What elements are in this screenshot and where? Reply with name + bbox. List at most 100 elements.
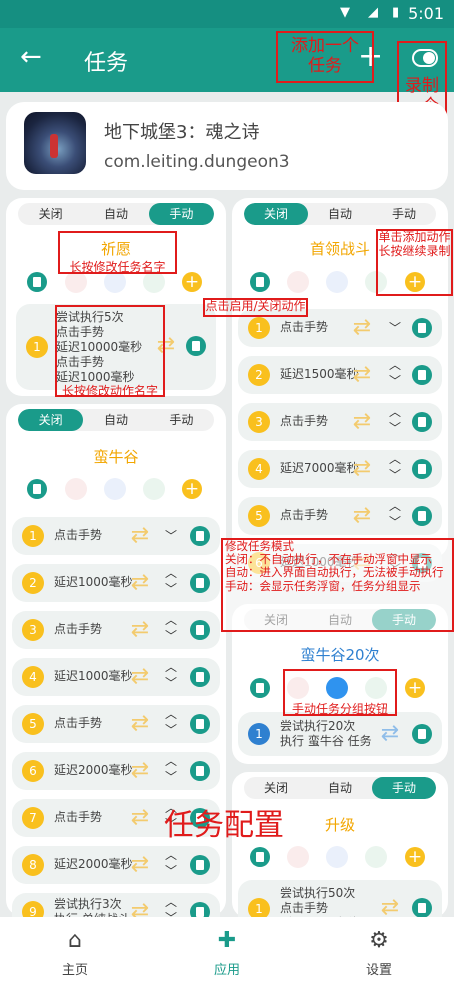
- delete-action-icon[interactable]: [412, 318, 432, 338]
- move-up-icon[interactable]: ︿: [164, 896, 178, 908]
- mode-selector[interactable]: 关闭 自动 手动: [244, 203, 436, 225]
- action-row[interactable]: 2 延迟1500毫秒 ⇄ ︿ ﹀: [238, 356, 442, 394]
- move-down-icon[interactable]: ﹀: [164, 724, 178, 736]
- swap-icon[interactable]: ⇄: [124, 571, 156, 595]
- move-up-icon[interactable]: ︿: [388, 453, 402, 465]
- group-dot-red[interactable]: [287, 846, 309, 868]
- delete-action-icon[interactable]: [190, 714, 210, 734]
- delete-action-icon[interactable]: [190, 526, 210, 546]
- action-number[interactable]: 5: [22, 713, 44, 735]
- move-down-icon[interactable]: ﹀: [388, 422, 402, 434]
- delete-action-icon[interactable]: [412, 898, 432, 918]
- task-title[interactable]: 蛮牛谷: [6, 446, 226, 467]
- move-up-icon[interactable]: ︿: [164, 661, 178, 673]
- move-up-icon[interactable]: ︿: [164, 755, 178, 767]
- mode-auto[interactable]: 自动: [308, 203, 372, 225]
- mode-off[interactable]: 关闭: [244, 777, 308, 799]
- swap-icon[interactable]: ⇄: [374, 722, 406, 746]
- delete-task-icon[interactable]: [250, 847, 270, 867]
- delete-action-icon[interactable]: [190, 667, 210, 687]
- mode-auto[interactable]: 自动: [83, 203, 148, 225]
- action-number[interactable]: 1: [26, 336, 48, 358]
- back-arrow-icon[interactable]: ←: [20, 42, 42, 72]
- action-number[interactable]: 6: [22, 760, 44, 782]
- group-dot-green[interactable]: [143, 478, 165, 500]
- action-number[interactable]: 4: [248, 458, 270, 480]
- group-dot-red[interactable]: [287, 271, 309, 293]
- add-action-button[interactable]: +: [405, 678, 425, 698]
- action-number[interactable]: 1: [248, 317, 270, 339]
- move-down-icon[interactable]: ﹀: [164, 583, 178, 595]
- nav-home[interactable]: ⌂ 主页: [30, 927, 120, 978]
- move-up-icon[interactable]: ︿: [388, 359, 402, 371]
- action-number[interactable]: 4: [22, 666, 44, 688]
- action-row[interactable]: 1 点击手势 ⇄ ﹀: [12, 517, 220, 555]
- move-up-icon[interactable]: ︿: [388, 500, 402, 512]
- move-down-icon[interactable]: ﹀: [164, 630, 178, 642]
- swap-icon[interactable]: ⇄: [124, 853, 156, 877]
- mode-auto[interactable]: 自动: [308, 777, 372, 799]
- swap-icon[interactable]: ⇄: [346, 363, 378, 387]
- swap-icon[interactable]: ⇄: [124, 759, 156, 783]
- action-row[interactable]: 3 点击手势 ⇄ ︿ ﹀: [12, 611, 220, 649]
- swap-icon[interactable]: ⇄: [124, 665, 156, 689]
- action-number[interactable]: 3: [248, 411, 270, 433]
- move-down-icon[interactable]: ﹀: [164, 677, 178, 689]
- mode-manual[interactable]: 手动: [148, 203, 214, 225]
- delete-action-icon[interactable]: [412, 506, 432, 526]
- action-row[interactable]: 5 点击手势 ⇄ ︿ ﹀: [12, 705, 220, 743]
- action-row[interactable]: 2 延迟1000毫秒 ⇄ ︿ ﹀: [12, 564, 220, 602]
- nav-apps[interactable]: ✚ 应用: [182, 927, 272, 978]
- delete-task-icon[interactable]: [250, 678, 270, 698]
- action-number[interactable]: 7: [22, 807, 44, 829]
- swap-icon[interactable]: ⇄: [346, 316, 378, 340]
- nav-settings[interactable]: ⚙ 设置: [334, 927, 424, 978]
- move-down-icon[interactable]: ﹀: [164, 865, 178, 877]
- group-dot-red[interactable]: [65, 478, 87, 500]
- task-title[interactable]: 蛮牛谷20次: [232, 644, 448, 665]
- action-row[interactable]: 8 延迟2000毫秒 ⇄ ︿ ﹀: [12, 846, 220, 884]
- action-number[interactable]: 2: [22, 572, 44, 594]
- move-up-icon[interactable]: ︿: [164, 849, 178, 861]
- move-up-icon[interactable]: ︿: [164, 567, 178, 579]
- swap-icon[interactable]: ⇄: [346, 410, 378, 434]
- mode-selector[interactable]: 关闭 自动 手动: [18, 409, 214, 431]
- move-down-icon[interactable]: ﹀: [164, 530, 178, 542]
- action-number[interactable]: 1: [22, 525, 44, 547]
- delete-task-icon[interactable]: [27, 272, 47, 292]
- action-number[interactable]: 5: [248, 505, 270, 527]
- swap-icon[interactable]: ⇄: [346, 504, 378, 528]
- action-number[interactable]: 3: [22, 619, 44, 641]
- delete-action-icon[interactable]: [412, 412, 432, 432]
- action-row[interactable]: 1 尝试执行20次 执行 蛮牛谷 任务 ⇄: [238, 712, 442, 756]
- mode-off[interactable]: 关闭: [18, 203, 83, 225]
- move-down-icon[interactable]: ﹀: [388, 375, 402, 387]
- delete-task-icon[interactable]: [250, 272, 270, 292]
- mode-off[interactable]: 关闭: [244, 203, 308, 225]
- delete-action-icon[interactable]: [190, 573, 210, 593]
- move-up-icon[interactable]: ︿: [164, 614, 178, 626]
- action-number[interactable]: 2: [248, 364, 270, 386]
- action-row[interactable]: 4 延迟7000毫秒 ⇄ ︿ ﹀: [238, 450, 442, 488]
- group-dot-green[interactable]: [365, 846, 387, 868]
- mode-manual[interactable]: 手动: [149, 409, 214, 431]
- delete-task-icon[interactable]: [27, 479, 47, 499]
- action-number[interactable]: 1: [248, 723, 270, 745]
- delete-action-icon[interactable]: [412, 724, 432, 744]
- group-dot-blue[interactable]: [104, 478, 126, 500]
- delete-action-icon[interactable]: [190, 855, 210, 875]
- action-row[interactable]: 6 延迟2000毫秒 ⇄ ︿ ﹀: [12, 752, 220, 790]
- action-number[interactable]: 8: [22, 854, 44, 876]
- action-row[interactable]: 4 延迟1000毫秒 ⇄ ︿ ﹀: [12, 658, 220, 696]
- delete-action-icon[interactable]: [412, 459, 432, 479]
- move-down-icon[interactable]: ﹀: [388, 322, 402, 334]
- move-down-icon[interactable]: ﹀: [388, 516, 402, 528]
- move-down-icon[interactable]: ﹀: [388, 469, 402, 481]
- action-row[interactable]: 5 点击手势 ⇄ ︿ ﹀: [238, 497, 442, 535]
- delete-action-icon[interactable]: [190, 620, 210, 640]
- mode-manual[interactable]: 手动: [372, 203, 436, 225]
- swap-icon[interactable]: ⇄: [124, 806, 156, 830]
- delete-action-icon[interactable]: [412, 365, 432, 385]
- add-action-button[interactable]: +: [182, 479, 202, 499]
- swap-icon[interactable]: ⇄: [124, 712, 156, 736]
